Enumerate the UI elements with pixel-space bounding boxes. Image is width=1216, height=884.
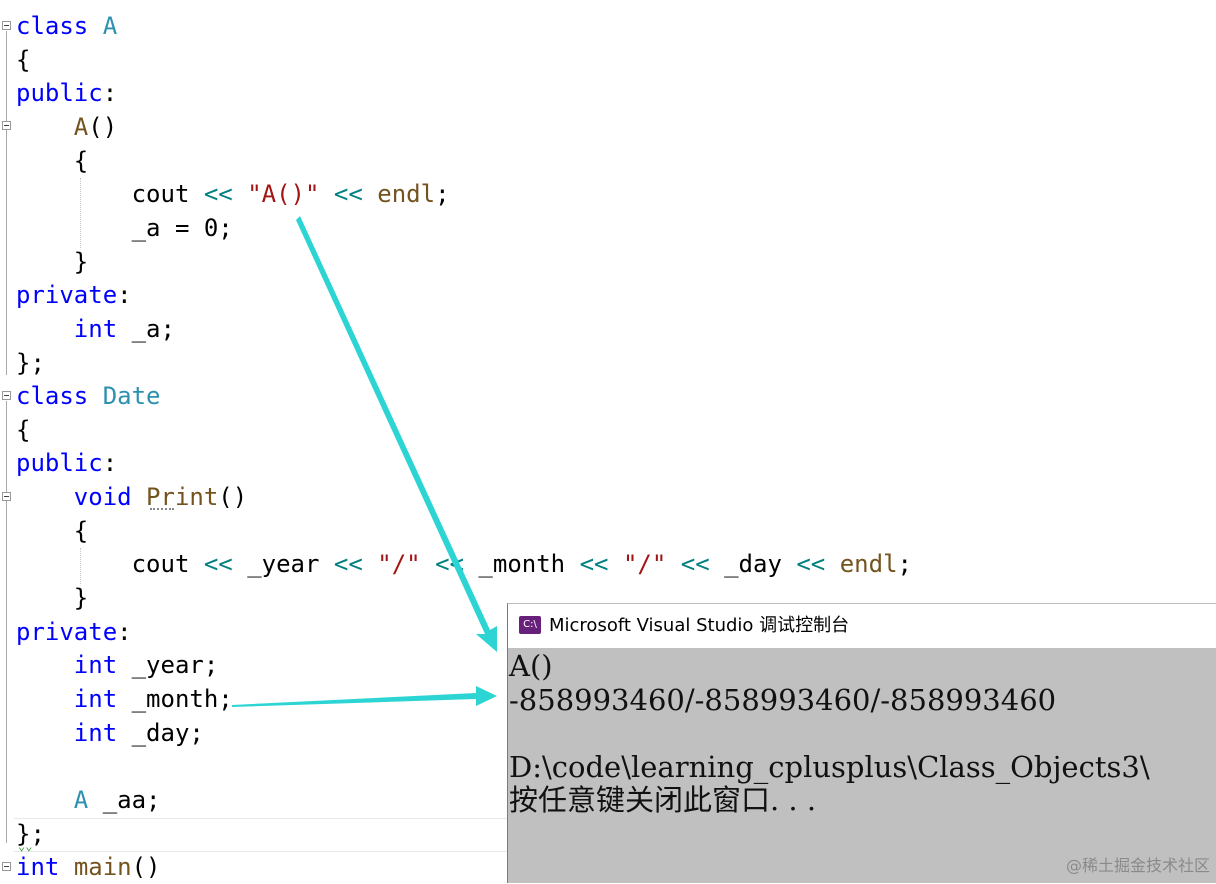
console-line: D:\code\learning_cplusplus\Class_Objects… (509, 750, 1150, 784)
console-line: 按任意键关闭此窗口. . . (509, 783, 817, 817)
watermark: @稀土掘金技术社区 (1065, 856, 1210, 875)
console-titlebar[interactable]: C:\ Microsoft Visual Studio 调试控制台 (508, 604, 1216, 648)
visual-studio-console-icon: C:\ (519, 616, 541, 634)
console-title: Microsoft Visual Studio 调试控制台 (549, 615, 850, 636)
arrow-to-constructor-output (296, 216, 497, 652)
console-line: A() (509, 649, 553, 683)
debug-console-window[interactable]: C:\ Microsoft Visual Studio 调试控制台 A() -8… (507, 603, 1216, 883)
arrow-to-date-output (232, 686, 497, 707)
console-line: -858993460/-858993460/-858993460 (509, 683, 1057, 717)
console-output[interactable]: A() -858993460/-858993460/-858993460 D:\… (508, 649, 1216, 883)
